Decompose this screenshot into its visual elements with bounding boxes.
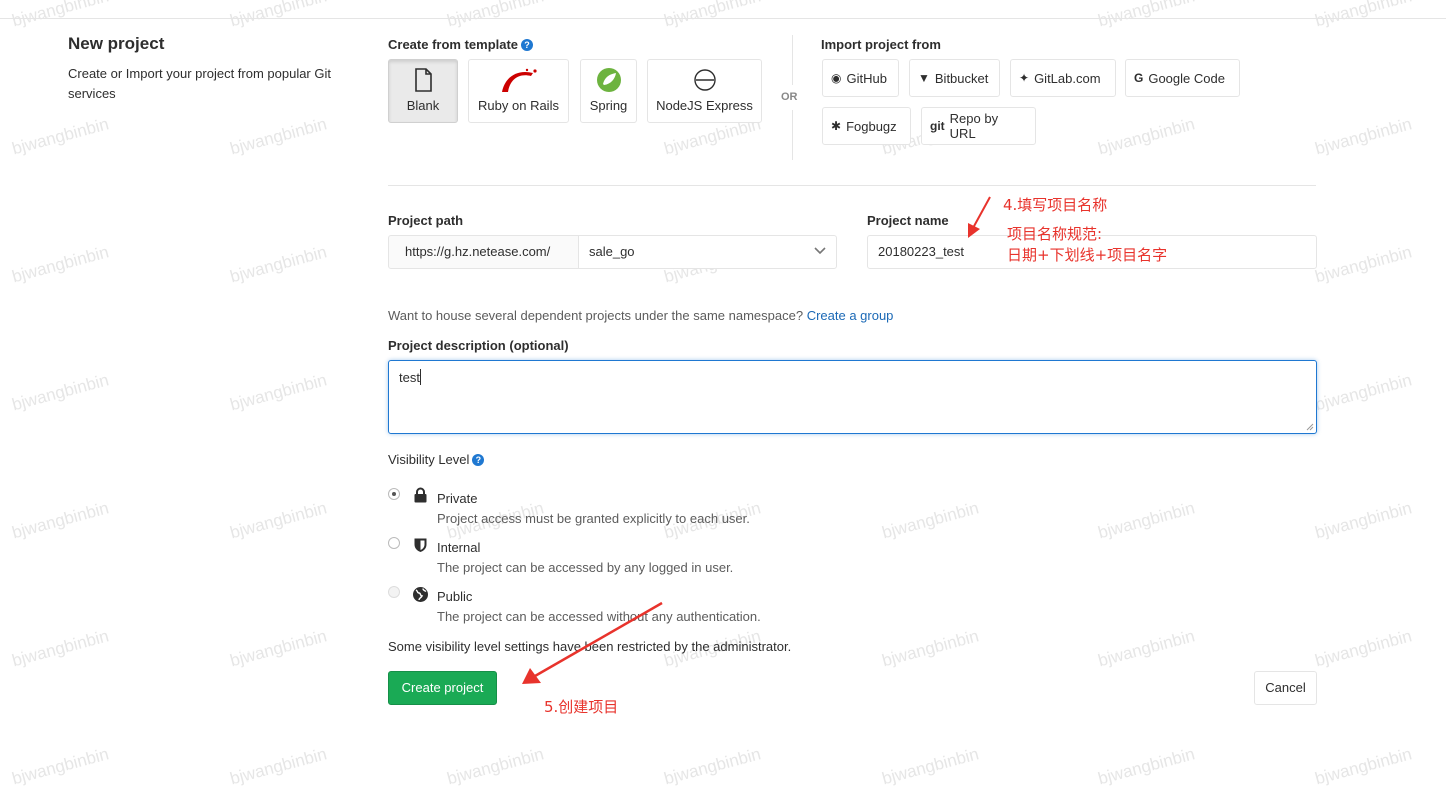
- annotation-arrow-create: [534, 601, 663, 678]
- annotation-arrows: [522, 196, 991, 684]
- annotation-arrowhead-create: [522, 668, 541, 684]
- annotation-arrow-name: [972, 196, 991, 229]
